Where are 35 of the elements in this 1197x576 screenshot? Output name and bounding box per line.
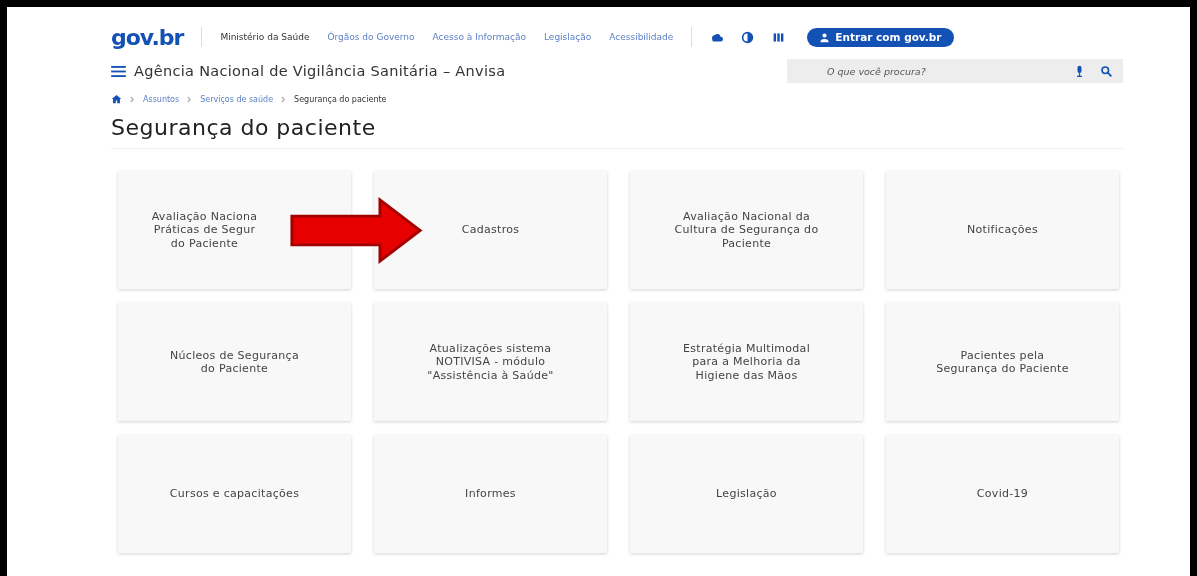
login-button[interactable]: Entrar com gov.br	[807, 27, 954, 47]
breadcrumb-current-page: Segurança do paciente	[294, 94, 387, 104]
breadcrumb-link[interactable]: Assuntos	[143, 94, 180, 104]
header-link[interactable]: Legislação	[544, 32, 592, 42]
chevron-icon	[281, 95, 287, 103]
header-link[interactable]: Órgãos do Governo	[327, 32, 415, 42]
search-icon[interactable]	[1100, 64, 1113, 78]
site-logo[interactable]: gov.br	[111, 24, 184, 50]
contrast-icon[interactable]	[741, 30, 755, 44]
site-title: Agência Nacional de Vigilância Sanitária – Anvisa	[134, 63, 506, 79]
topic-card[interactable]: Notificações	[886, 171, 1119, 289]
search-field[interactable]: O que você procura?	[787, 64, 1059, 78]
user-icon	[819, 31, 831, 43]
breadcrumb-link[interactable]: Serviços de saúde	[200, 94, 274, 104]
chevron-icon	[187, 95, 193, 103]
search-bar[interactable]: O que você procura?	[787, 59, 1123, 83]
topic-card[interactable]: Atualizações sistema NOTIVISA - módulo "Assistência à Saúde"	[374, 303, 607, 421]
chevron-icon	[130, 95, 135, 103]
home-icon[interactable]	[111, 94, 122, 104]
topic-card[interactable]: Legislação	[630, 435, 863, 553]
topic-card[interactable]: Estratégia Multimodal para a Melhoria da Higiene das Mãos	[630, 303, 863, 421]
page-title: Segurança do paciente	[111, 115, 1123, 149]
topic-card[interactable]: Avaliação Nacional da Cultura de Segurança do Paciente	[630, 171, 863, 289]
menu-icon[interactable]	[111, 65, 126, 77]
topic-card[interactable]: Núcleos de Segurança do Paciente	[118, 303, 351, 421]
ministry-name: Ministério da Saúde	[220, 32, 310, 42]
header-link[interactable]: Acessibilidade	[609, 32, 674, 42]
topic-card[interactable]: Cadastros	[374, 171, 607, 289]
grid-icon[interactable]	[772, 30, 786, 44]
topic-card[interactable]: Informes	[374, 435, 607, 553]
topic-card[interactable]: Covid-19	[886, 435, 1119, 553]
topic-card[interactable]: Pacientes pela Segurança do Paciente	[886, 303, 1119, 421]
topic-card[interactable]: Avaliação Naciona Práticas de Segur do Paciente	[118, 171, 351, 289]
topic-card[interactable]: Cursos e capacitações	[118, 435, 351, 553]
header-link[interactable]: Acesso à Informação	[432, 32, 526, 42]
